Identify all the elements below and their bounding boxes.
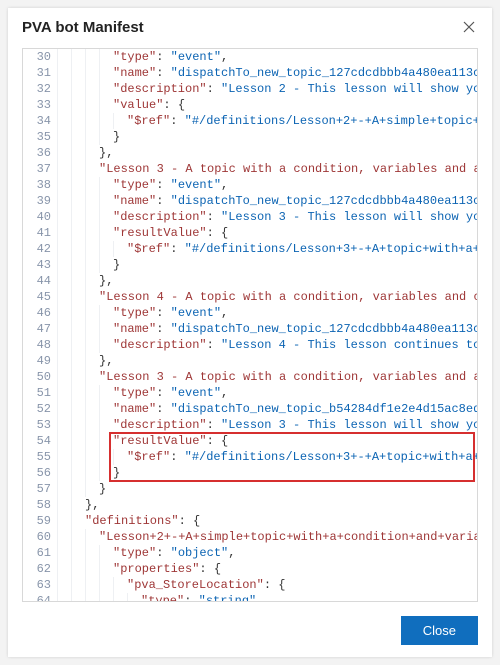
line-number: 35	[23, 129, 57, 145]
line-number: 30	[23, 49, 57, 65]
code-line: 43}	[23, 257, 477, 273]
dialog-footer: Close	[8, 606, 492, 657]
line-number: 59	[23, 513, 57, 529]
code-line: 62"properties": {	[23, 561, 477, 577]
line-number: 55	[23, 449, 57, 465]
code-line: 53"description": "Lesson 3 - This lesson…	[23, 417, 477, 433]
code-line: 34"$ref": "#/definitions/Lesson+2+-+A+si…	[23, 113, 477, 129]
code-line: 56}	[23, 465, 477, 481]
code-line: 49},	[23, 353, 477, 369]
code-line: 52"name": "dispatchTo_new_topic_b54284df…	[23, 401, 477, 417]
code-line: 38"type": "event",	[23, 177, 477, 193]
code-line: 31"name": "dispatchTo_new_topic_127cdcdb…	[23, 65, 477, 81]
line-number: 34	[23, 113, 57, 129]
line-number: 51	[23, 385, 57, 401]
line-number: 33	[23, 97, 57, 113]
line-number: 58	[23, 497, 57, 513]
line-number: 32	[23, 81, 57, 97]
manifest-dialog: PVA bot Manifest 30"type": "event",31"na…	[8, 8, 492, 657]
line-number: 43	[23, 257, 57, 273]
code-line: 45"Lesson 4 - A topic with a condition, …	[23, 289, 477, 305]
code-line: 32"description": "Lesson 2 - This lesson…	[23, 81, 477, 97]
line-number: 40	[23, 209, 57, 225]
line-number: 41	[23, 225, 57, 241]
close-icon[interactable]	[460, 18, 478, 36]
code-line: 58},	[23, 497, 477, 513]
code-line: 64"type": "string"	[23, 593, 477, 601]
code-line: 39"name": "dispatchTo_new_topic_127cdcdb…	[23, 193, 477, 209]
code-line: 59"definitions": {	[23, 513, 477, 529]
line-number: 31	[23, 65, 57, 81]
line-number: 50	[23, 369, 57, 385]
line-number: 38	[23, 177, 57, 193]
line-number: 49	[23, 353, 57, 369]
line-number: 56	[23, 465, 57, 481]
line-number: 63	[23, 577, 57, 593]
code-line: 60"Lesson+2+-+A+simple+topic+with+a+cond…	[23, 529, 477, 545]
code-line: 36},	[23, 145, 477, 161]
code-line: 46"type": "event",	[23, 305, 477, 321]
line-number: 48	[23, 337, 57, 353]
line-number: 52	[23, 401, 57, 417]
line-number: 37	[23, 161, 57, 177]
code-line: 37"Lesson 3 - A topic with a condition, …	[23, 161, 477, 177]
line-number: 61	[23, 545, 57, 561]
line-number: 45	[23, 289, 57, 305]
line-number: 60	[23, 529, 57, 545]
line-number: 36	[23, 145, 57, 161]
code-line: 42"$ref": "#/definitions/Lesson+3+-+A+to…	[23, 241, 477, 257]
close-button[interactable]: Close	[401, 616, 478, 645]
code-line: 30"type": "event",	[23, 49, 477, 65]
line-number: 46	[23, 305, 57, 321]
line-number: 53	[23, 417, 57, 433]
code-line: 63"pva_StoreLocation": {	[23, 577, 477, 593]
line-number: 57	[23, 481, 57, 497]
line-number: 39	[23, 193, 57, 209]
code-line: 51"type": "event",	[23, 385, 477, 401]
code-line: 44},	[23, 273, 477, 289]
code-line: 55"$ref": "#/definitions/Lesson+3+-+A+to…	[23, 449, 477, 465]
code-line: 40"description": "Lesson 3 - This lesson…	[23, 209, 477, 225]
line-number: 62	[23, 561, 57, 577]
dialog-title: PVA bot Manifest	[22, 19, 144, 36]
code-line: 54"resultValue": {	[23, 433, 477, 449]
code-line: 50"Lesson 3 - A topic with a condition, …	[23, 369, 477, 385]
code-line: 35}	[23, 129, 477, 145]
line-number: 64	[23, 593, 57, 601]
line-number: 42	[23, 241, 57, 257]
code-line: 33"value": {	[23, 97, 477, 113]
code-viewer[interactable]: 30"type": "event",31"name": "dispatchTo_…	[22, 48, 478, 602]
code-line: 57}	[23, 481, 477, 497]
line-number: 44	[23, 273, 57, 289]
code-line: 61"type": "object",	[23, 545, 477, 561]
line-number: 47	[23, 321, 57, 337]
line-number: 54	[23, 433, 57, 449]
dialog-header: PVA bot Manifest	[8, 8, 492, 44]
code-line: 48"description": "Lesson 4 - This lesson…	[23, 337, 477, 353]
code-line: 47"name": "dispatchTo_new_topic_127cdcdb…	[23, 321, 477, 337]
code-line: 41"resultValue": {	[23, 225, 477, 241]
